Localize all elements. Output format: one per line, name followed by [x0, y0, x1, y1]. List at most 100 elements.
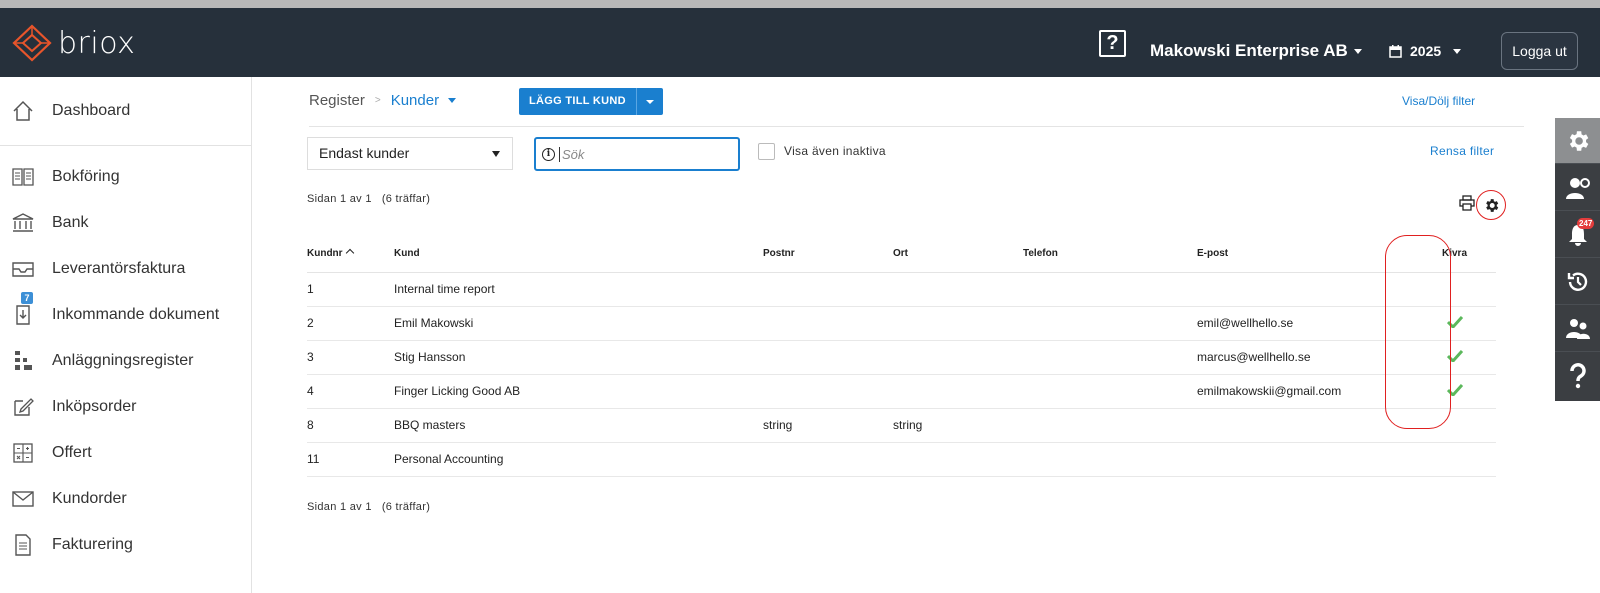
logo-text: briox — [58, 25, 136, 61]
cell-postnr — [763, 306, 893, 341]
year-selector[interactable]: 2025 — [1389, 43, 1462, 59]
chevron-down-icon — [1353, 49, 1362, 55]
sidebar-item-label: Bokföring — [52, 168, 120, 185]
breadcrumb: Register > Kunder — [309, 92, 457, 109]
chevron-down-icon — [1453, 48, 1462, 54]
column-settings-button[interactable] — [1476, 190, 1506, 220]
search-field[interactable]: i — [534, 137, 740, 171]
cell-ort — [893, 272, 1023, 307]
info-icon[interactable]: i — [542, 147, 555, 161]
sidebar-divider — [0, 145, 252, 146]
column-header-kund[interactable]: Kund — [394, 235, 763, 273]
history-button[interactable] — [1555, 259, 1600, 305]
cell-kivra — [1413, 306, 1496, 341]
table-row[interactable]: 4 Finger Licking Good AB emilmakowskii@g… — [307, 374, 1496, 409]
breadcrumb-root[interactable]: Register — [309, 92, 365, 109]
cell-kund: Emil Makowski — [394, 306, 763, 341]
sidebar-item-leverantorsfaktura[interactable]: Leverantörsfaktura — [0, 249, 252, 289]
sidebar-item-anlaggningsregister[interactable]: Anläggningsregister — [0, 341, 252, 381]
chevron-down-icon — [448, 98, 457, 103]
search-input[interactable] — [559, 146, 729, 162]
cell-epost — [1197, 442, 1413, 477]
cell-postnr — [763, 340, 893, 375]
inbox-icon — [10, 256, 36, 282]
sidebar-item-kundorder[interactable]: Kundorder — [0, 479, 252, 519]
add-customer-button[interactable]: LÄGG TILL KUND — [519, 88, 636, 115]
cell-epost: marcus@wellhello.se — [1197, 340, 1413, 375]
cell-ort — [893, 442, 1023, 477]
invoice-icon — [10, 532, 36, 558]
contacts-button[interactable] — [1555, 306, 1600, 352]
calendar-icon — [1389, 44, 1402, 58]
add-customer-dropdown-toggle[interactable] — [635, 88, 663, 115]
table-row[interactable]: 11 Personal Accounting — [307, 442, 1496, 477]
cell-epost — [1197, 272, 1413, 307]
breadcrumb-current: Kunder — [390, 92, 440, 109]
cell-telefon — [1023, 374, 1197, 409]
table-row[interactable]: 8 BBQ masters string string — [307, 408, 1496, 443]
cell-kivra — [1413, 408, 1496, 443]
column-header-telefon[interactable]: Telefon — [1023, 235, 1197, 273]
table-row[interactable]: 3 Stig Hansson marcus@wellhello.se — [307, 340, 1496, 375]
company-selector[interactable]: Makowski Enterprise AB — [1150, 41, 1362, 61]
breadcrumb-current-dropdown[interactable]: Kunder — [390, 92, 457, 109]
help-button[interactable] — [1555, 353, 1600, 399]
user-settings-button[interactable] — [1555, 165, 1600, 211]
cell-kundnr: 1 — [307, 272, 394, 307]
sidebar-item-label: Offert — [52, 444, 92, 461]
clear-filter-link[interactable]: Rensa filter — [1430, 144, 1494, 158]
cell-telefon — [1023, 340, 1197, 375]
people-icon — [1565, 318, 1590, 339]
show-inactive-label[interactable]: Visa även inaktiva — [784, 144, 886, 158]
sidebar-item-bokforing[interactable]: Bokföring — [0, 157, 252, 197]
column-header-postnr[interactable]: Postnr — [763, 235, 893, 273]
cell-postnr — [763, 374, 893, 409]
cell-telefon — [1023, 408, 1197, 443]
help-icon[interactable]: ? — [1099, 30, 1126, 57]
cell-epost — [1197, 408, 1413, 443]
sidebar-item-dashboard[interactable]: Dashboard — [0, 91, 252, 131]
customer-type-select[interactable]: Endast kunder — [307, 137, 513, 170]
cell-kund: Finger Licking Good AB — [394, 374, 763, 409]
sidebar-item-fakturering[interactable]: Fakturering — [0, 525, 252, 565]
chevron-down-icon — [645, 99, 654, 104]
sidebar-item-bank[interactable]: Bank — [0, 203, 252, 243]
customer-type-select-value: Endast kunder — [319, 145, 410, 161]
checkmark-icon — [1446, 315, 1463, 329]
sidebar-item-inkopsorder[interactable]: Inköpsorder — [0, 387, 252, 427]
bank-icon — [10, 210, 36, 236]
column-header-ort[interactable]: Ort — [893, 235, 1023, 273]
print-icon[interactable] — [1459, 195, 1475, 216]
show-inactive-checkbox[interactable] — [758, 143, 775, 160]
briox-logo[interactable]: briox — [12, 24, 135, 62]
logout-button[interactable]: Logga ut — [1501, 32, 1578, 70]
column-header-epost[interactable]: E-post — [1197, 235, 1413, 273]
toggle-filter-link[interactable]: Visa/Dölj filter — [1402, 94, 1475, 108]
table-row[interactable]: 1 Internal time report — [307, 272, 1496, 307]
chevron-down-icon — [492, 151, 500, 157]
notifications-button[interactable]: 247 — [1555, 212, 1600, 258]
cell-ort: string — [893, 408, 1023, 443]
gear-icon — [1485, 198, 1498, 212]
cell-telefon — [1023, 272, 1197, 307]
pagination-info-top: Sidan 1 av 1 (6 träffar) — [307, 193, 431, 205]
table-row[interactable]: 2 Emil Makowski emil@wellhello.se — [307, 306, 1496, 341]
cell-kundnr: 2 — [307, 306, 394, 341]
assets-icon — [10, 348, 36, 374]
history-icon — [1567, 272, 1587, 291]
sidebar-item-inkommande-dokument[interactable]: 7 Inkommande dokument — [0, 292, 252, 335]
column-header-kivra[interactable]: Kivra — [1413, 235, 1496, 273]
column-header-kundnr[interactable]: Kundnr — [307, 235, 394, 273]
gear-icon — [1569, 130, 1588, 151]
envelope-icon — [10, 486, 36, 512]
cell-kundnr: 11 — [307, 442, 394, 477]
table-header-row: Kundnr Kund Postnr Ort Telefon E-post Ki… — [307, 235, 1496, 273]
sort-ascending-icon — [345, 248, 354, 257]
cell-postnr: string — [763, 408, 893, 443]
cell-kund: BBQ masters — [394, 408, 763, 443]
cell-kundnr: 8 — [307, 408, 394, 443]
sidebar-item-offert[interactable]: Offert — [0, 433, 252, 473]
sidebar: Dashboard Bokföring Bank Leverantörsfakt… — [0, 77, 252, 593]
cell-ort — [893, 374, 1023, 409]
settings-button[interactable] — [1555, 118, 1600, 164]
